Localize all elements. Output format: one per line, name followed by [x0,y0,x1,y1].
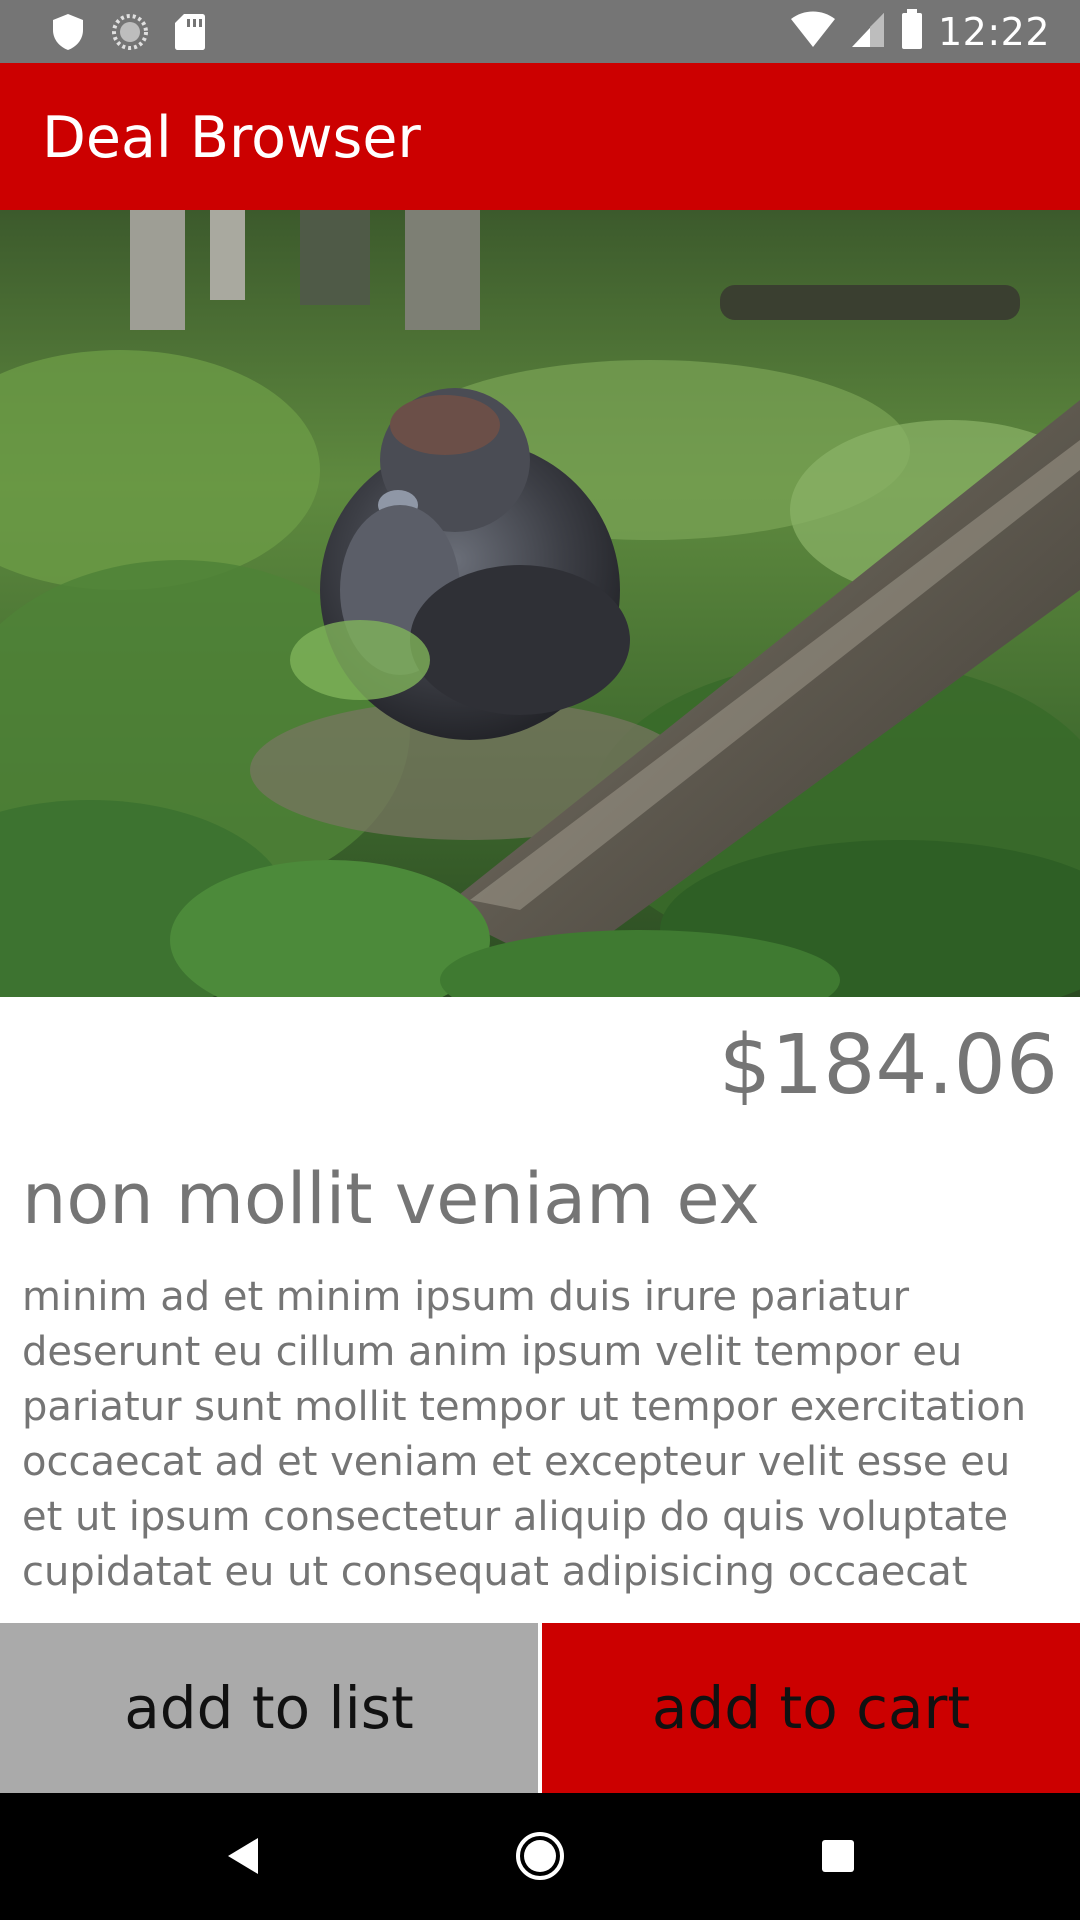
status-bar: 12:22 [0,0,1080,63]
signal-icon [850,9,886,54]
system-nav-bar [0,1793,1080,1920]
product-image [0,210,1080,997]
status-left-icons [50,12,206,57]
status-time: 12:22 [937,9,1050,54]
battery-icon [900,8,924,55]
recents-icon[interactable] [808,1826,868,1886]
product-description: minim ad et minim ipsum duis irure paria… [22,1274,1027,1595]
shield-icon [50,12,86,57]
add-to-cart-button[interactable]: add to cart [542,1623,1080,1793]
wifi-icon [790,9,836,54]
product-price: $184.06 [718,1018,1058,1113]
app-title: Deal Browser [42,105,421,171]
add-to-list-button[interactable]: add to list [0,1623,538,1793]
sync-icon [110,12,150,57]
status-right-icons: 12:22 [790,8,1050,55]
back-icon[interactable] [212,1826,272,1886]
home-icon[interactable] [510,1826,570,1886]
action-bar: add to list add to cart [0,1623,1080,1793]
product-title: non mollit veniam ex [22,1158,760,1240]
sd-card-icon [174,12,206,57]
app-bar: Deal Browser [0,63,1080,210]
